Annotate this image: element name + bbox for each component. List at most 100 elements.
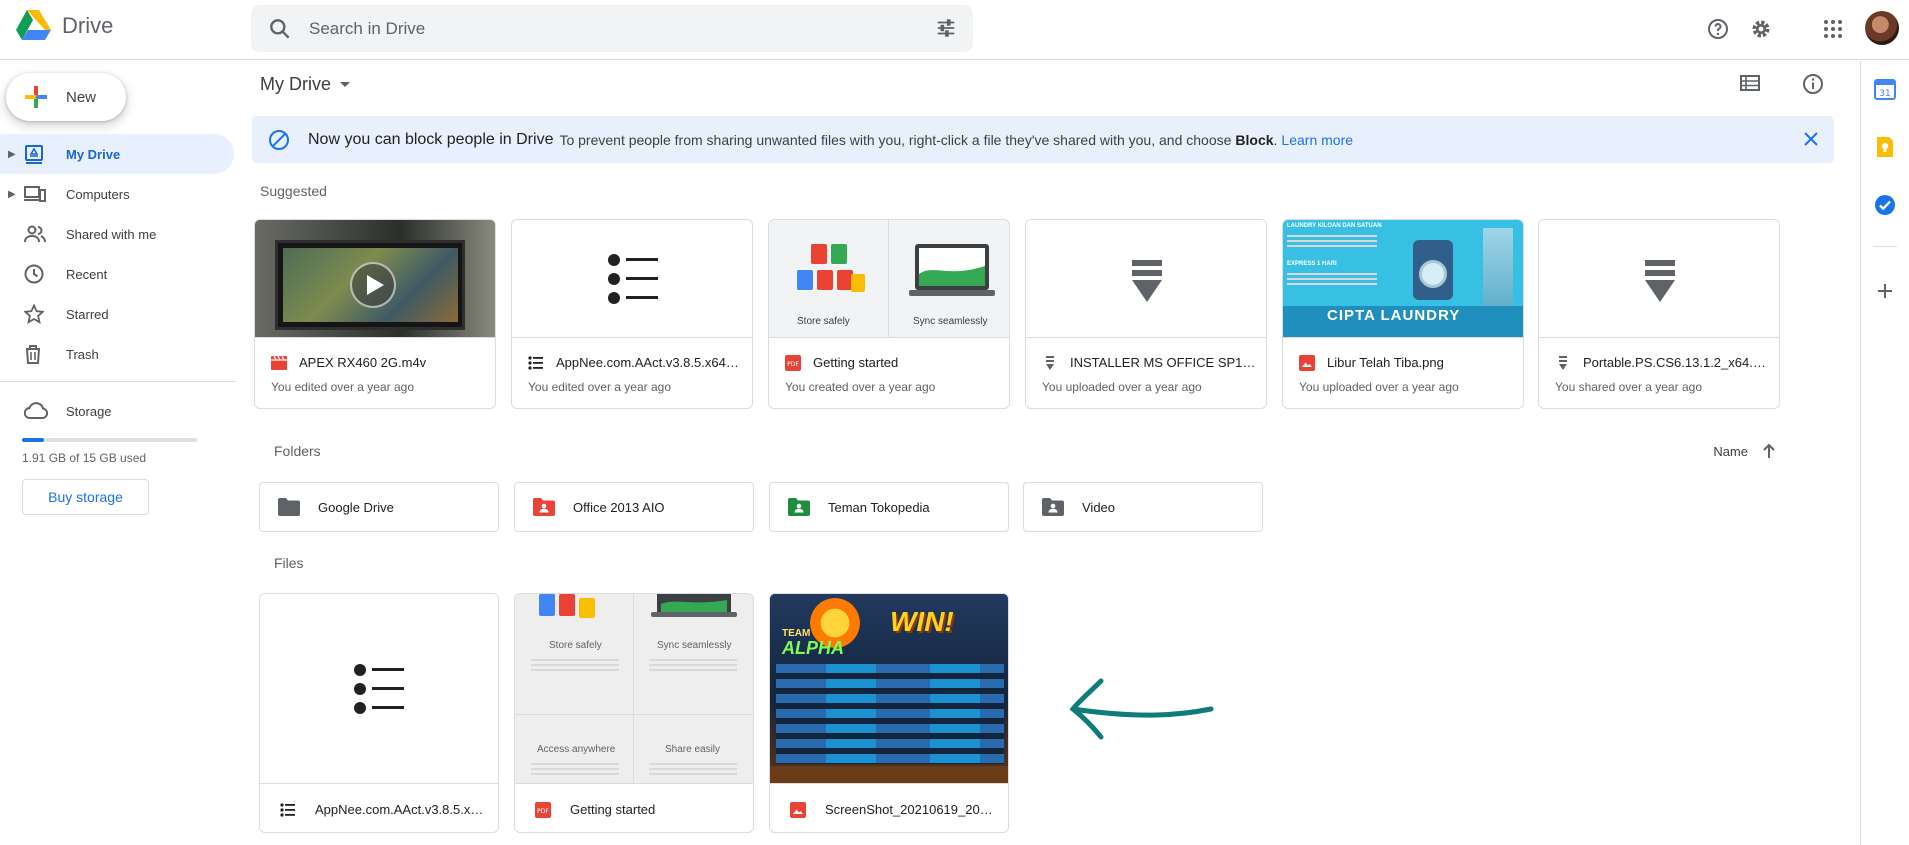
sidebar-item-storage[interactable]: Storage — [0, 391, 236, 431]
top-bar: Drive — [0, 0, 1909, 60]
folder-item[interactable]: Office 2013 AIO — [514, 482, 754, 532]
file-activity: You edited over a year ago — [528, 380, 671, 394]
avatar[interactable] — [1865, 11, 1899, 45]
sidebar-item-label: Trash — [66, 346, 99, 362]
cloud-icon — [24, 402, 48, 419]
game-screenshot-thumbnail: WIN! TEAM ALPHA — [770, 594, 1008, 784]
archive-large-icon — [1132, 260, 1162, 302]
file-activity: You shared over a year ago — [1555, 380, 1702, 394]
sidebar-item-label: My Drive — [66, 146, 121, 162]
thumb-caption: CIPTA LAUNDRY — [1327, 307, 1461, 324]
search-options-icon[interactable] — [935, 17, 957, 39]
computers-icon — [24, 186, 46, 202]
suggested-card[interactable]: INSTALLER MS OFFICE SP1 x64.exe You uplo… — [1025, 219, 1267, 409]
calendar-icon[interactable]: 31 — [1873, 77, 1897, 101]
annotation-arrow-icon — [1069, 678, 1214, 740]
close-icon[interactable] — [1802, 130, 1820, 148]
archive-file-icon — [1559, 356, 1567, 370]
file-card[interactable]: AppNee.com.AAct.v3.8.5.x64.exe — [259, 593, 499, 833]
folder-icon — [278, 498, 300, 516]
new-button-label: New — [66, 88, 97, 106]
list-view-icon[interactable] — [1740, 73, 1760, 93]
star-icon — [24, 304, 44, 324]
sidebar-item-label: Shared with me — [66, 226, 157, 242]
sidebar-item-recent[interactable]: Recent — [0, 254, 236, 294]
shared-folder-icon — [1042, 498, 1064, 516]
suggested-card[interactable]: AppNee.com.AAct.v3.8.5.x64.exe You edite… — [511, 219, 753, 409]
tasks-icon[interactable] — [1873, 193, 1897, 217]
info-icon[interactable] — [1802, 73, 1824, 95]
file-name: Libur Telah Tiba.png — [1327, 355, 1444, 370]
search-icon[interactable] — [267, 16, 293, 42]
thumb-caption: Sync seamlessly — [657, 640, 732, 651]
list-file-icon — [528, 356, 543, 370]
archive-large-icon — [1645, 260, 1675, 302]
sidebar-item-trash[interactable]: Trash — [0, 334, 236, 374]
banner-title: Now you can block people in Drive — [308, 130, 554, 148]
folder-item[interactable]: Video — [1023, 482, 1263, 532]
drive-logo[interactable]: Drive — [16, 10, 113, 42]
apps-button[interactable] — [1818, 14, 1848, 44]
keep-icon[interactable] — [1873, 135, 1897, 159]
sidebar-item-my-drive[interactable]: ▶ My Drive — [0, 134, 234, 174]
sidebar-item-computers[interactable]: ▶ Computers — [0, 174, 236, 214]
file-name: ScreenShot_20210619_203015.jpg — [825, 802, 995, 817]
expand-caret-icon[interactable]: ▶ — [8, 189, 16, 200]
archive-thumbnail — [1026, 220, 1266, 338]
sidebar-item-starred[interactable]: Starred — [0, 294, 236, 334]
storage-progress-fill — [22, 438, 45, 442]
video-file-icon — [271, 355, 287, 370]
svg-text:PDF: PDF — [537, 808, 549, 815]
shared-folder-icon — [788, 498, 810, 516]
getting-started-thumbnail: Store safely Sync seamlessly — [769, 220, 1009, 338]
sort-label: Name — [1713, 443, 1748, 459]
buy-storage-button[interactable]: Buy storage — [22, 479, 149, 515]
thumb-caption: Share easily — [665, 744, 721, 755]
file-card[interactable]: Store safely Sync seamlessly Access anyw… — [514, 593, 754, 833]
thumb-caption: WIN! — [890, 606, 954, 637]
archive-file-icon — [1046, 356, 1054, 370]
file-card[interactable]: WIN! TEAM ALPHA ScreenShot_20210619_2030… — [769, 593, 1009, 833]
laundry-image-thumbnail: LAUNDRY KILOAN DAN SATUAN EXPRESS 1 HARI… — [1283, 220, 1523, 338]
list-large-icon — [354, 664, 404, 714]
suggested-card[interactable]: Portable.PS.CS6.13.1.2_x64.exe You share… — [1538, 219, 1780, 409]
banner-period: . — [1273, 131, 1278, 148]
svg-text:31: 31 — [1879, 89, 1890, 99]
suggested-card[interactable]: Store safely Sync seamlessly PDF Getting… — [768, 219, 1010, 409]
thumb-caption: Sync seamlessly — [913, 316, 988, 327]
learn-more-link[interactable]: Learn more — [1281, 132, 1353, 148]
folder-item[interactable]: Teman Tokopedia — [769, 482, 1009, 532]
sidebar-item-shared[interactable]: Shared with me — [0, 214, 236, 254]
expand-caret-icon[interactable]: ▶ — [8, 149, 16, 160]
shared-icon — [24, 225, 46, 243]
file-name: AppNee.com.AAct.v3.8.5.x64.exe — [315, 802, 485, 817]
banner-block-word: Block — [1235, 131, 1274, 148]
folder-name: Video — [1082, 499, 1116, 515]
settings-button[interactable] — [1746, 14, 1776, 44]
file-name: Getting started — [570, 802, 656, 817]
docs-collage-icon — [539, 594, 595, 618]
new-button[interactable]: New — [6, 73, 126, 121]
suggested-card[interactable]: APEX RX460 2G.m4v You edited over a year… — [254, 219, 496, 409]
help-button[interactable] — [1703, 14, 1733, 44]
folder-item[interactable]: Google Drive — [259, 482, 499, 532]
side-panel: 31 — [1860, 61, 1909, 845]
dropdown-arrow-icon — [340, 81, 350, 87]
search-box[interactable] — [251, 5, 973, 52]
file-name: Getting started — [813, 355, 899, 370]
laptop-icon — [909, 244, 995, 296]
suggested-card[interactable]: LAUNDRY KILOAN DAN SATUAN EXPRESS 1 HARI… — [1282, 219, 1524, 409]
breadcrumb[interactable]: My Drive — [260, 74, 351, 95]
files-heading: Files — [274, 555, 304, 571]
add-icon[interactable] — [1873, 279, 1897, 303]
storage-used-text: 1.91 GB of 15 GB used — [22, 451, 147, 465]
sort-control[interactable]: Name — [1713, 443, 1776, 459]
thumb-caption: Access anywhere — [537, 744, 616, 755]
laptop-icon — [651, 594, 737, 617]
banner-body: To prevent people from sharing unwanted … — [559, 131, 1232, 148]
gear-icon — [1752, 20, 1770, 38]
shared-folder-icon — [533, 498, 555, 516]
search-input[interactable] — [309, 18, 909, 39]
main-content: My Drive Now you can block people in Dri… — [246, 61, 1860, 845]
sidebar-nav: ▶ My Drive ▶ Computers Shared with me Re… — [0, 134, 236, 374]
